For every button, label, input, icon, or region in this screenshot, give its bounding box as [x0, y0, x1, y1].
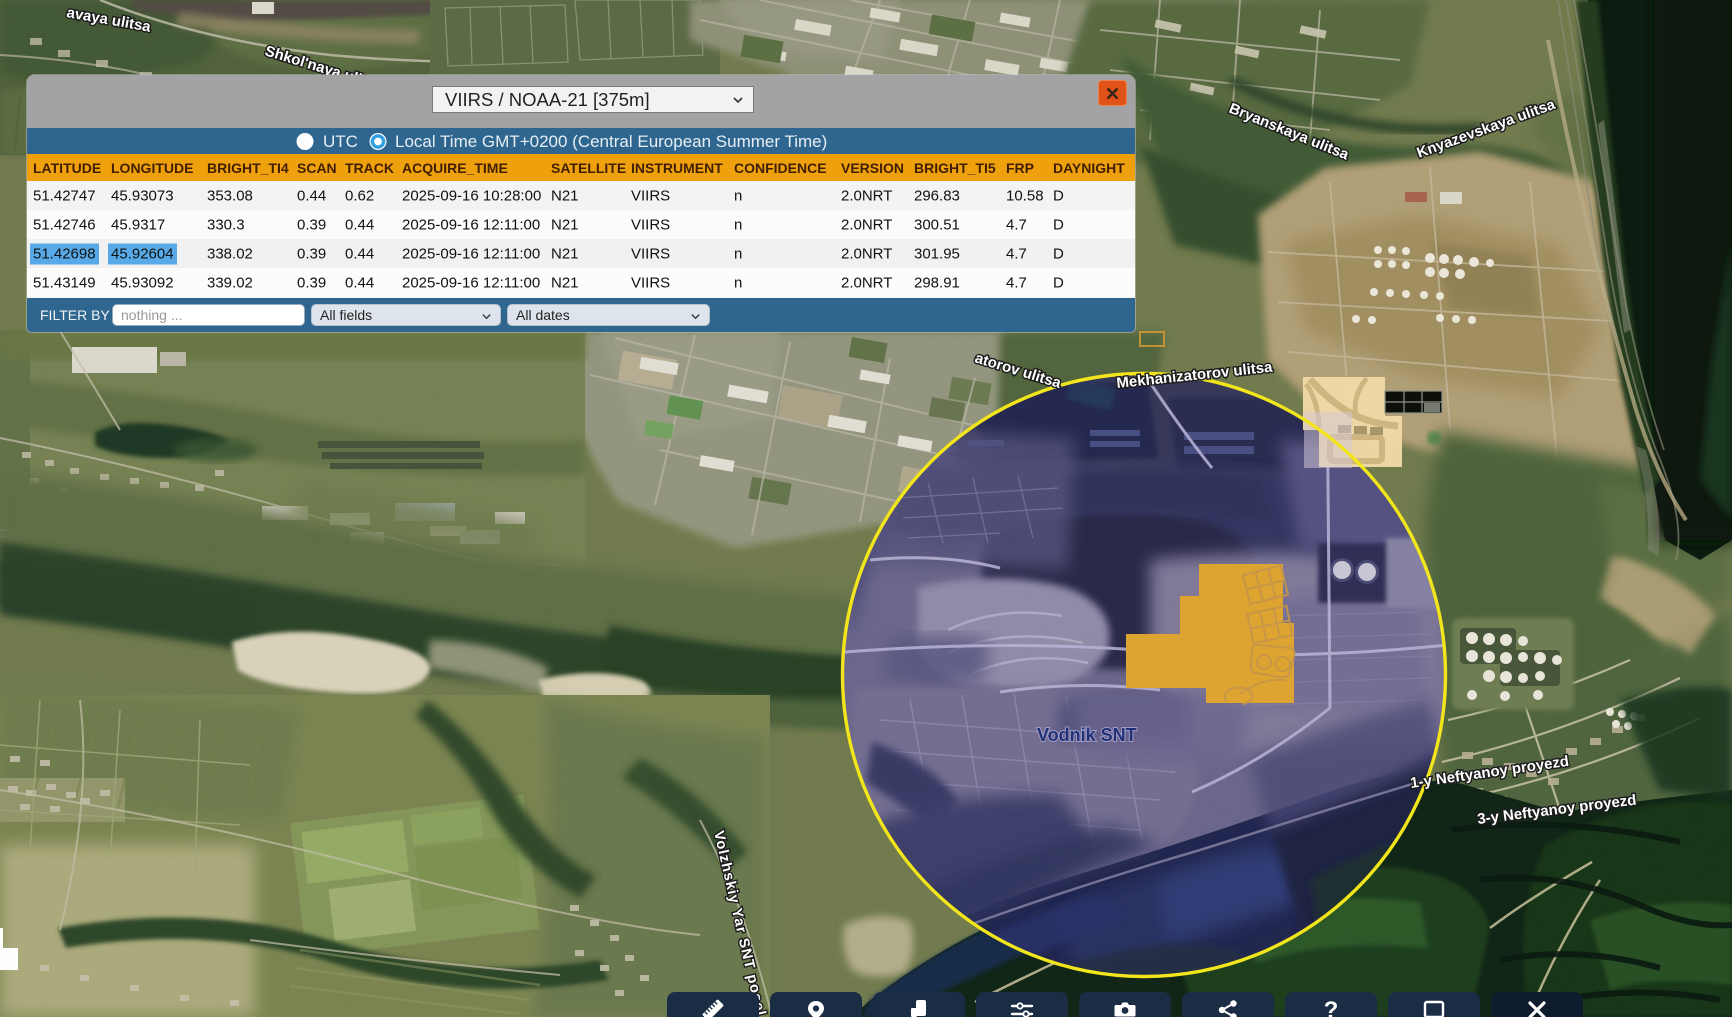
svg-text:?: ?	[1324, 997, 1339, 1017]
svg-text:UTC: UTC	[323, 132, 358, 151]
svg-text:Local Time GMT+0200 (Central E: Local Time GMT+0200 (Central European Su…	[395, 132, 827, 151]
